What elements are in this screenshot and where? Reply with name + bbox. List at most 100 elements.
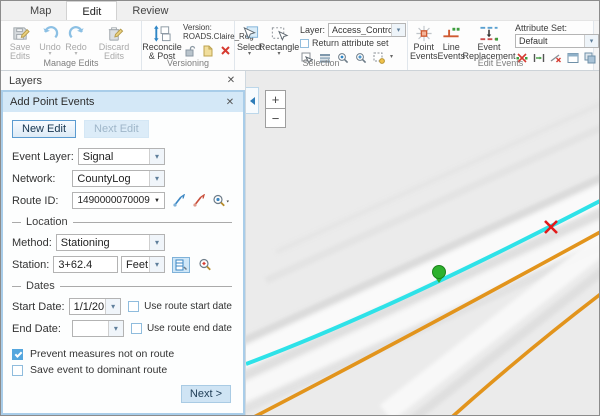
event-replacement-button[interactable]: Event Replacement: [465, 22, 513, 62]
tab-map[interactable]: Map: [15, 1, 66, 20]
chevron-down-icon: [391, 24, 405, 36]
choose-route-from-map-icon[interactable]: [172, 194, 186, 208]
location-section-separator: Location: [12, 216, 232, 228]
discard-edits-button[interactable]: Discard Edits: [89, 22, 139, 62]
station-label: Station:: [12, 259, 49, 271]
save-edits-button[interactable]: Save Edits: [3, 22, 37, 62]
selection-layer-combo[interactable]: Access_Control: [328, 23, 406, 37]
group-versioning: Reconcile & Post Version: ROADS.Claire_R…: [142, 21, 235, 70]
reconcile-icon: [151, 23, 173, 43]
return-attribute-set-checkbox[interactable]: [300, 39, 309, 48]
rectangle-select-icon: [268, 23, 290, 43]
undo-dropdown-caret: ▾: [48, 52, 51, 57]
undo-icon: [39, 23, 61, 43]
method-label: Method:: [12, 237, 52, 249]
prevent-measures-checkbox[interactable]: [12, 349, 23, 360]
zoom-out-button[interactable]: −: [265, 109, 286, 128]
network-label: Network:: [12, 173, 55, 185]
group-edit-events: Point Events Line Events Event Replaceme…: [408, 21, 594, 70]
return-attribute-set-label: Return attribute set: [312, 38, 389, 48]
chevron-down-icon: [149, 257, 164, 272]
group-manage-edits: Save Edits Undo ▾ Redo ▾: [1, 21, 142, 70]
collapse-panel-tab[interactable]: [246, 87, 259, 114]
next-edit-button[interactable]: Next Edit: [84, 120, 149, 138]
save-icon: [9, 23, 31, 43]
ribbon: Save Edits Undo ▾ Redo ▾: [1, 21, 599, 71]
map-viewport[interactable]: + −: [245, 71, 599, 415]
delete-version-icon[interactable]: [219, 44, 232, 57]
attribute-set-value: Default: [516, 36, 584, 46]
close-icon[interactable]: ✕: [224, 97, 236, 108]
left-dock: Layers ✕ Add Point Events ✕ New Edit Nex…: [1, 71, 245, 415]
zoom-in-button[interactable]: +: [265, 90, 286, 109]
unlock-version-icon[interactable]: [183, 44, 196, 57]
layers-pane-header: Layers ✕: [1, 71, 245, 91]
pane-title: Add Point Events: [10, 96, 94, 108]
clear-route-icon[interactable]: [192, 194, 206, 208]
layers-pane-title: Layers: [9, 75, 42, 87]
group-label-selection: Selection: [235, 58, 407, 69]
close-icon[interactable]: ✕: [225, 75, 237, 86]
add-point-events-body: New Edit Next Edit Event Layer: Signal N…: [3, 112, 243, 413]
point-events-button[interactable]: Point Events: [410, 22, 438, 62]
start-date-label: Start Date:: [12, 301, 65, 313]
event-layer-value: Signal: [79, 151, 149, 163]
redo-icon: [65, 23, 87, 43]
station-input[interactable]: 3+62.4: [53, 256, 118, 273]
event-layer-combo[interactable]: Signal: [78, 148, 165, 165]
group-selection: Select ▾ Rectangle ▾ Layer: Access_Contr…: [235, 21, 408, 70]
tab-review[interactable]: Review: [117, 1, 183, 20]
route-id-value: 14900000700090M01: [73, 195, 150, 206]
tab-edit[interactable]: Edit: [66, 1, 117, 20]
group-label-versioning: Versioning: [142, 58, 234, 69]
station-value: 3+62.4: [54, 259, 117, 271]
use-route-start-date-label: Use route start date: [144, 301, 232, 312]
pick-station-from-map-button[interactable]: [172, 257, 190, 273]
event-replacement-icon: [478, 23, 500, 43]
method-combo[interactable]: Stationing: [56, 234, 165, 251]
method-value: Stationing: [57, 237, 149, 249]
attribute-set-combo[interactable]: Default: [515, 34, 599, 48]
chevron-down-icon: [108, 321, 123, 336]
zoom-to-route-icon[interactable]: [212, 194, 230, 208]
dates-section-label: Dates: [26, 280, 55, 292]
prevent-measures-label: Prevent measures not on route: [30, 348, 174, 360]
dates-section-separator: Dates: [12, 280, 232, 292]
use-route-end-date-checkbox[interactable]: [131, 323, 142, 334]
end-date-combo[interactable]: [72, 320, 124, 337]
rectangle-select-button[interactable]: Rectangle ▾: [262, 22, 296, 57]
use-route-end-date-label: Use route end date: [147, 323, 232, 334]
next-button[interactable]: Next >: [181, 385, 231, 403]
chevron-down-icon: [150, 198, 164, 204]
route-id-combo[interactable]: 14900000700090M01: [72, 192, 165, 209]
event-layer-label: Event Layer:: [12, 151, 74, 163]
undo-button[interactable]: Undo ▾: [37, 22, 63, 57]
zoom-to-station-icon[interactable]: [198, 258, 213, 272]
network-combo[interactable]: CountyLog: [72, 170, 165, 187]
station-unit-combo[interactable]: Feet: [121, 256, 165, 273]
line-events-button[interactable]: Line Events: [438, 22, 466, 62]
save-to-dominant-route-checkbox[interactable]: [12, 365, 23, 376]
new-edit-button[interactable]: New Edit: [12, 120, 76, 138]
new-version-icon[interactable]: [201, 44, 214, 57]
road-centerline-upper: [254, 231, 599, 415]
start-date-combo[interactable]: 1/1/2015: [69, 298, 122, 315]
arcgis-pro-window: Map Edit Review Save Edits Undo ▾: [0, 0, 600, 416]
layer-label: Layer:: [300, 25, 325, 35]
chevron-down-icon: [149, 235, 164, 250]
group-label-edit-events: Edit Events: [408, 58, 593, 69]
chevron-down-icon: [105, 299, 120, 314]
use-route-start-date-checkbox[interactable]: [128, 301, 139, 312]
discard-icon: [103, 23, 125, 43]
reconcile-post-button[interactable]: Reconcile & Post: [144, 22, 180, 62]
add-point-events-header: Add Point Events ✕: [3, 92, 243, 112]
attribute-set-label: Attribute Set:: [515, 23, 600, 33]
point-events-icon: [413, 23, 435, 43]
selection-layer-value: Access_Control: [329, 25, 391, 35]
ribbon-tab-bar: Map Edit Review: [1, 1, 599, 21]
map-features-layer: [246, 71, 599, 415]
route-id-label: Route ID:: [12, 195, 58, 207]
redo-button[interactable]: Redo ▾: [63, 22, 89, 57]
redo-dropdown-caret: ▾: [74, 52, 77, 57]
end-date-label: End Date:: [12, 323, 61, 335]
